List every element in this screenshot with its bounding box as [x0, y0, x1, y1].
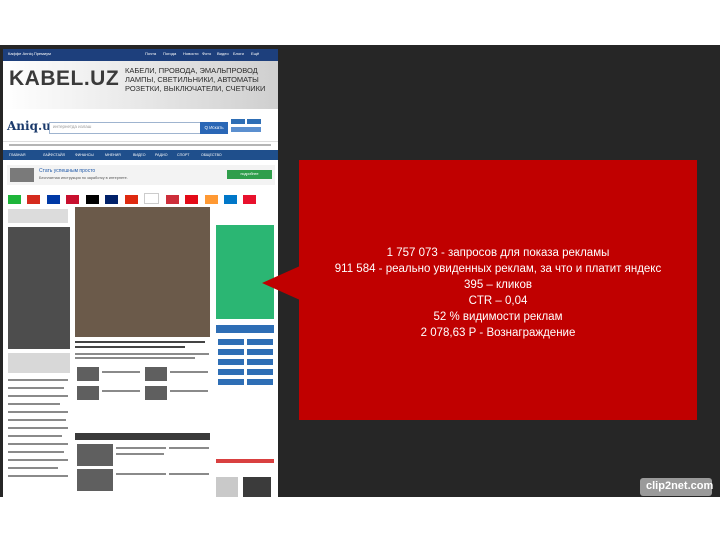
topbar-link-mail[interactable]: Почта: [145, 51, 156, 56]
widget-button[interactable]: [247, 349, 273, 355]
callout-pointer: [262, 266, 300, 300]
nav-item-home[interactable]: ГЛАВНАЯ: [9, 153, 25, 157]
news-thumb[interactable]: [145, 367, 167, 381]
sidebar-heading-block: [8, 209, 68, 223]
widget-button[interactable]: [247, 379, 273, 385]
news-thumb[interactable]: [145, 386, 167, 400]
topbar-link-blogs[interactable]: Блоги: [233, 51, 244, 56]
stat-reward: 2 078,63 Р - Вознаграждение: [420, 327, 576, 339]
flag-row: [8, 191, 274, 222]
stat-ctr: CTR – 0,04: [468, 295, 528, 307]
promo-text: Бесплатная инструкция по заработку в инт…: [39, 176, 128, 180]
clip2net-text: clip2net.com: [646, 480, 714, 492]
topbar-link-video[interactable]: Видео: [217, 51, 229, 56]
topbar-link-photo[interactable]: Фото: [202, 51, 211, 56]
products-header: [216, 459, 274, 463]
nav-item-sport[interactable]: СПОРТ: [177, 153, 189, 157]
kabel-line-1: КАБЕЛИ, ПРОВОДА, ЭМАЛЬПРОВОД: [125, 66, 258, 75]
news-thumb[interactable]: [77, 444, 113, 466]
flag-icon[interactable]: [46, 195, 60, 204]
kabel-logo: KABEL.UZ: [9, 67, 120, 90]
main-story-title[interactable]: [75, 341, 205, 343]
search-button[interactable]: Q Искать: [200, 122, 228, 134]
widget-button[interactable]: [218, 379, 244, 385]
flag-icon[interactable]: [8, 195, 21, 204]
category-row: [3, 141, 278, 149]
product-image[interactable]: [243, 477, 271, 497]
news-thumb[interactable]: [77, 367, 99, 381]
flag-icon[interactable]: [105, 195, 119, 204]
promo-button[interactable]: подробнее: [227, 170, 272, 179]
flag-icon[interactable]: [27, 195, 41, 204]
website-screenshot: Каффе Anniq.Премиум Почта Погода Новости…: [3, 49, 278, 497]
promo-title[interactable]: Стать успешным просто: [39, 168, 95, 174]
widget-button[interactable]: [218, 369, 244, 375]
widget-header: [216, 325, 274, 333]
widget-button[interactable]: [247, 339, 273, 345]
nav-item-radio[interactable]: РАДИО: [155, 153, 168, 157]
topbar-link-weather[interactable]: Погода: [163, 51, 176, 56]
promo-image: [10, 168, 34, 182]
site-topbar: Каффе Anniq.Премиум Почта Погода Новости…: [3, 49, 278, 61]
product-image[interactable]: [216, 477, 238, 497]
site-header: Aniq.uz интернетда излаш Q Искать: [3, 111, 278, 142]
kabel-line-3: РОЗЕТКИ, ВЫКЛЮЧАТЕЛИ, СЧЕТЧИКИ: [125, 84, 266, 93]
flag-icon[interactable]: [66, 195, 80, 204]
flag-icon[interactable]: [85, 195, 99, 204]
nav-item-finance[interactable]: ФИНАНСЫ: [75, 153, 94, 157]
topbar-link-news[interactable]: Новости: [183, 51, 198, 56]
flag-icon[interactable]: [124, 195, 138, 204]
search-input[interactable]: интернетда излаш: [49, 122, 201, 134]
flag-icon[interactable]: [204, 195, 218, 204]
flag-icon[interactable]: [144, 193, 160, 204]
portraits-caption: [8, 353, 70, 373]
flag-icon[interactable]: [185, 195, 199, 204]
news-thumb[interactable]: [77, 469, 113, 491]
main-story-image[interactable]: [75, 207, 210, 337]
widget-button[interactable]: [218, 359, 244, 365]
header-btn-1[interactable]: [231, 119, 245, 124]
clip2net-logo: clip2net.com: [640, 478, 714, 496]
main-navigation: ГЛАВНАЯ ЛАЙФСТАЙЛ ФИНАНСЫ МНЕНИЯ ВИДЕО Р…: [3, 150, 278, 160]
section-header: [75, 433, 210, 440]
widget-button[interactable]: [218, 339, 244, 345]
search-placeholder: интернетда излаш: [53, 124, 92, 129]
flag-icon[interactable]: [223, 195, 237, 204]
flag-icon[interactable]: [243, 195, 257, 204]
stat-visibility: 52 % видимости реклам: [433, 311, 563, 323]
nav-item-lifestyle[interactable]: ЛАЙФСТАЙЛ: [43, 153, 65, 157]
news-thumb[interactable]: [77, 386, 99, 400]
nav-item-society[interactable]: ОБЩЕСТВО: [201, 153, 222, 157]
stats-text: 1 757 073 - запросов для показа рекламы …: [299, 245, 697, 341]
portraits-grid[interactable]: [8, 227, 70, 349]
widget-button[interactable]: [247, 359, 273, 365]
nav-item-video[interactable]: ВИДЕО: [133, 153, 146, 157]
promo-block[interactable]: Стать успешным просто Бесплатная инструк…: [7, 165, 275, 185]
widget-button[interactable]: [247, 369, 273, 375]
kabel-banner[interactable]: KABEL.UZ КАБЕЛИ, ПРОВОДА, ЭМАЛЬПРОВОД ЛА…: [3, 61, 278, 109]
stat-views: 911 584 - реально увиденных реклам, за ч…: [334, 263, 662, 275]
topbar-link-more[interactable]: Ещё: [251, 51, 259, 56]
header-btn-2[interactable]: [247, 119, 261, 124]
widget-button[interactable]: [218, 349, 244, 355]
topbar-left-text[interactable]: Каффе Anniq.Премиум: [8, 51, 51, 56]
flag-icon[interactable]: [165, 195, 179, 204]
nav-item-opinions[interactable]: МНЕНИЯ: [105, 153, 121, 157]
kabel-banner-text: КАБЕЛИ, ПРОВОДА, ЭМАЛЬПРОВОД ЛАМПЫ, СВЕТ…: [125, 66, 275, 93]
stat-clicks: 395 – кликов: [464, 279, 532, 291]
stat-requests: 1 757 073 - запросов для показа рекламы: [386, 247, 610, 259]
header-btn-3[interactable]: [231, 127, 261, 132]
kabel-line-2: ЛАМПЫ, СВЕТИЛЬНИКИ, АВТОМАТЫ: [125, 75, 259, 84]
